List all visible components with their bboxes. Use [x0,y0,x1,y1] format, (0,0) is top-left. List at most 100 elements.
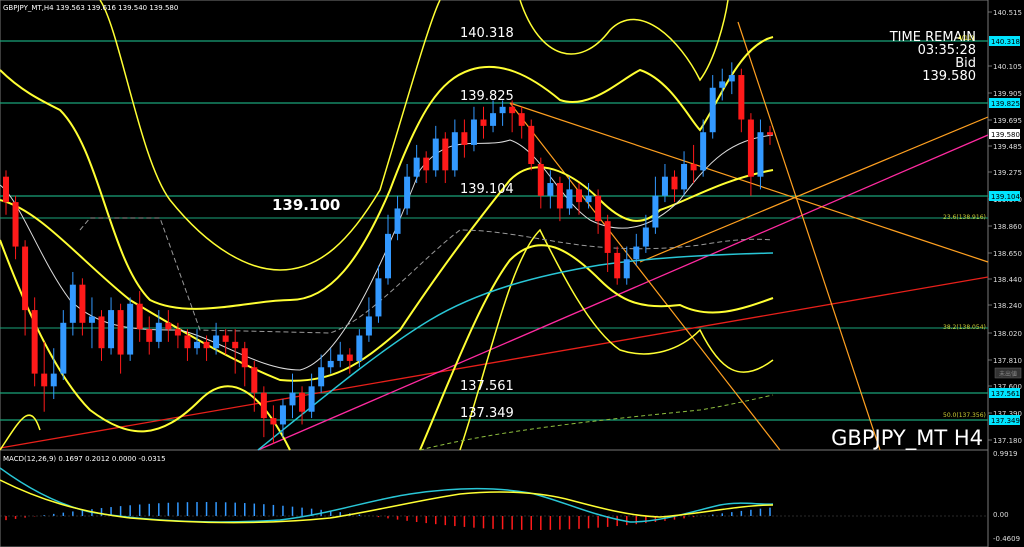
price-chart[interactable]: 140.318 139.825 139.104 139.100 137.561 … [0,0,1024,547]
candle-body [337,354,344,361]
price-box: 139.104 [989,191,1020,201]
price-tick-label: 138.860 [993,223,1022,231]
candle-body [279,405,286,425]
candle[interactable] [31,297,38,387]
candle-body [155,322,162,342]
candle-body [318,367,325,387]
candle-body [671,176,678,190]
candle-body [604,221,611,253]
macd-tick-label: -0.4609 [993,535,1020,543]
candle-body [709,87,716,133]
candle-body [146,329,153,342]
candle-body [270,418,277,425]
candle-body [222,335,229,342]
level-label-139100: 139.100 [272,196,340,214]
candle-body [194,341,200,349]
candle-body [22,246,29,311]
extra-label: 4(11) [958,35,974,42]
price-box: 140.318 [989,36,1020,46]
candle-body [31,310,38,374]
candle-body [203,341,210,349]
candle-body [251,367,258,393]
candle-body [499,106,506,114]
candle-body [184,335,191,349]
fib-label-236: 23.6(138.916) [943,214,986,221]
candle-body [174,329,181,336]
candle-body [461,132,468,145]
candle[interactable] [528,119,535,171]
candle-body [442,138,449,171]
price-box-label: 139.104 [991,193,1020,201]
candle-body [365,316,372,336]
candle-body [633,246,640,260]
macd-frame [0,449,989,547]
candle-body [719,81,726,88]
candle-body [327,360,334,368]
candle-body [652,195,659,228]
candle-body [385,233,391,279]
price-box: 139.825 [989,98,1020,108]
candle-body [136,303,143,330]
candle-body [537,163,544,196]
candle-body [576,189,582,203]
candle-body [127,303,134,355]
fib-label-500: 50.0(137.356) [943,412,986,419]
candle-body [614,252,621,279]
price-box-label: 139.580 [991,131,1020,139]
price-tick-label: 137.180 [993,437,1022,445]
macd-axis: 0.9919 0.00 -0.4609 [993,450,1020,543]
bid-value: 139.580 [922,69,976,84]
level-label-139104: 139.104 [460,182,514,197]
candle-body [69,284,76,323]
candle-body [738,75,745,120]
candle-body [757,132,764,177]
price-tick-label: 140.515 [993,9,1022,17]
price-box: 137.561 [989,388,1020,398]
price-box: 139.580 [989,129,1020,139]
candle-body [241,348,248,368]
candle-body [260,392,267,419]
candle-body [41,373,48,387]
candle-body [470,119,477,145]
level-label-140318: 140.318 [460,26,514,41]
candle-body [12,202,19,247]
candle-body [480,119,487,126]
candle-body [79,284,86,323]
fib-label-382: 38.2(138.054) [943,324,986,331]
price-tick-label: 139.695 [993,117,1022,125]
price-tick-label: 140.105 [993,63,1022,71]
candle-body [509,106,516,114]
level-label-137349: 137.349 [460,406,514,421]
macd-tick-label: 0.9919 [993,450,1018,458]
candle-body [518,113,525,126]
candle-body [623,259,630,279]
candle-body [432,138,439,171]
price-tick-label: 139.905 [993,90,1022,98]
candle-body [60,322,67,374]
macd-tick-label: 0.00 [993,511,1009,519]
price-box-label: 137.349 [991,417,1020,425]
candle-body [767,132,773,135]
price-tick-label: 138.240 [993,302,1022,310]
candle-body [566,189,573,209]
symbol-watermark: GBPJPY_MT H4 [831,426,983,451]
candle-body [585,195,592,203]
candle-body [289,392,296,406]
misc-box-label: 未出値 [999,370,1017,378]
candle-body [642,227,649,247]
price-box: 137.349 [989,415,1020,425]
candle-body [595,195,602,222]
candle-body [346,354,353,361]
candle-body [165,322,172,330]
level-label-139825: 139.825 [460,89,514,104]
macd-info: MACD(12,26,9) 0.1697 0.2012 0.0000 -0.03… [3,455,166,463]
candle-body [3,176,9,203]
price-box-label: 140.318 [991,38,1020,46]
candle-body [728,75,735,82]
candle-body [404,176,411,209]
candle[interactable] [127,297,134,361]
price-box-label: 137.561 [991,390,1020,398]
misc-axis-box: 未出値 [994,367,1022,379]
candle-body [88,316,95,323]
candle-body [375,278,382,317]
